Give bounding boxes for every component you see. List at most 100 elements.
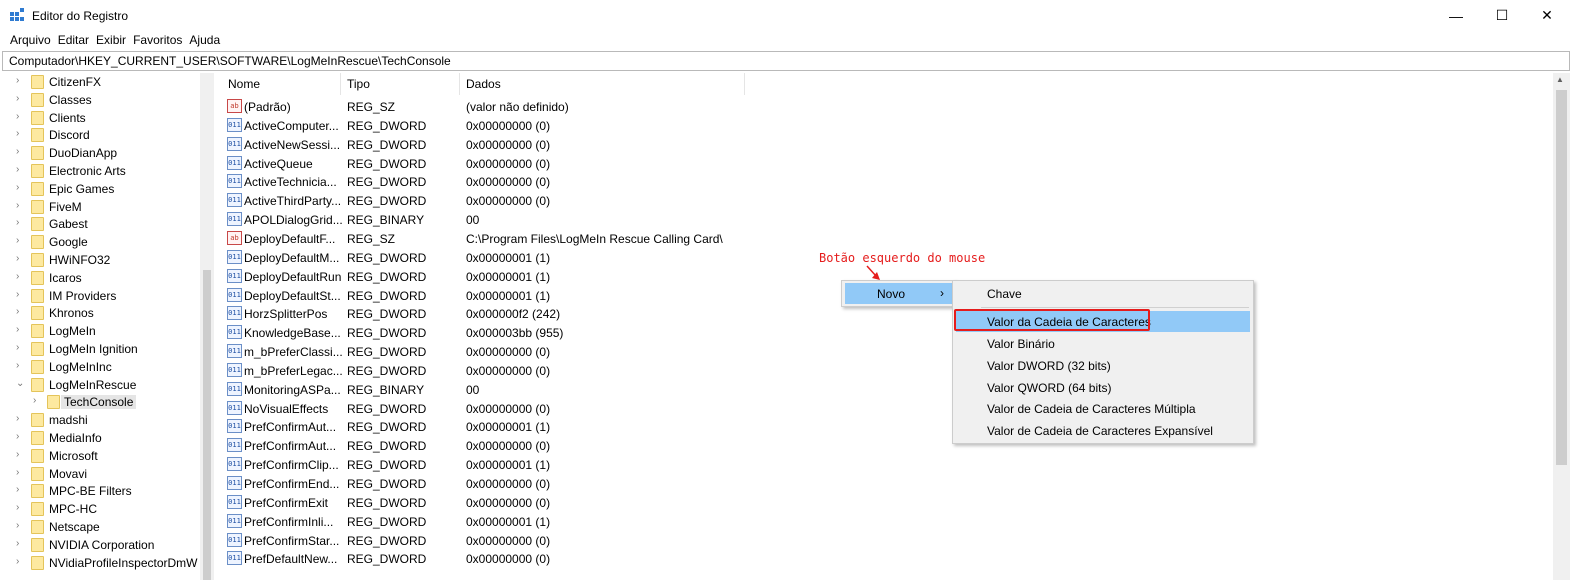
- chevron-right-icon[interactable]: ›: [16, 556, 26, 570]
- tree-item[interactable]: ⌄ LogMeInRescue: [0, 376, 200, 394]
- chevron-right-icon[interactable]: ›: [16, 75, 26, 89]
- value-row[interactable]: 011 NoVisualEffects REG_DWORD 0x00000000 (0…: [222, 399, 822, 418]
- chevron-right-icon[interactable]: ›: [16, 538, 26, 552]
- value-row[interactable]: ab DeployDefaultF... REG_SZ C:\Program File…: [222, 229, 822, 248]
- chevron-right-icon[interactable]: ›: [16, 360, 26, 374]
- tree-item[interactable]: › HWiNFO32: [0, 251, 200, 269]
- column-header-type[interactable]: Tipo: [347, 77, 370, 91]
- chevron-right-icon[interactable]: ›: [16, 235, 26, 249]
- submenu-valor-binario[interactable]: Valor Binário: [956, 333, 1250, 354]
- chevron-right-icon[interactable]: ›: [16, 289, 26, 303]
- tree-item[interactable]: › MPC-HC: [0, 500, 200, 518]
- value-row[interactable]: 011 PrefConfirmAut... REG_DWORD 0x00000001 …: [222, 417, 822, 436]
- menu-novo[interactable]: Novo ›: [845, 283, 952, 304]
- chevron-right-icon[interactable]: ›: [16, 484, 26, 498]
- tree-item[interactable]: › Electronic Arts: [0, 162, 200, 180]
- value-row[interactable]: 011 PrefDefaultNew... REG_DWORD 0x00000000 …: [222, 549, 822, 568]
- value-row[interactable]: 011 ActiveTechnicia... REG_DWORD 0x00000000…: [222, 172, 822, 191]
- column-divider[interactable]: [744, 73, 745, 95]
- value-row[interactable]: 011 KnowledgeBase... REG_DWORD 0x000003bb (…: [222, 323, 822, 342]
- value-row[interactable]: 011 MonitoringASPa... REG_BINARY 00: [222, 380, 822, 399]
- submenu-valor-multipla[interactable]: Valor de Cadeia de Caracteres Múltipla: [956, 398, 1250, 419]
- minimize-button[interactable]: —: [1433, 0, 1479, 31]
- value-row[interactable]: 011 m_bPreferClassi... REG_DWORD 0x00000000…: [222, 342, 822, 361]
- tree-item[interactable]: › Movavi: [0, 465, 200, 483]
- submenu-valor-dword[interactable]: Valor DWORD (32 bits): [956, 355, 1250, 376]
- value-row[interactable]: 011 PrefConfirmStar... REG_DWORD 0x00000000…: [222, 531, 822, 550]
- chevron-right-icon[interactable]: ›: [16, 431, 26, 445]
- chevron-right-icon[interactable]: ›: [16, 111, 26, 125]
- tree-item[interactable]: › Microsoft: [0, 447, 200, 465]
- chevron-right-icon[interactable]: ›: [16, 217, 26, 231]
- tree-item[interactable]: › DuoDianApp: [0, 144, 200, 162]
- submenu-chave[interactable]: Chave: [956, 283, 1250, 304]
- chevron-right-icon[interactable]: ›: [16, 449, 26, 463]
- chevron-right-icon[interactable]: ›: [16, 200, 26, 214]
- tree-item[interactable]: › LogMeIn: [0, 322, 200, 340]
- tree-item[interactable]: › MediaInfo: [0, 429, 200, 447]
- value-row[interactable]: ab (Padrão) REG_SZ (valor não definido): [222, 97, 822, 116]
- value-row[interactable]: 011 DeployDefaultM... REG_DWORD 0x00000001 …: [222, 248, 822, 267]
- tree-item[interactable]: › Gabest: [0, 215, 200, 233]
- chevron-right-icon[interactable]: ›: [16, 93, 26, 107]
- tree-item[interactable]: › MPC-BE Filters: [0, 482, 200, 500]
- tree-item[interactable]: › LogMeIn Ignition: [0, 340, 200, 358]
- tree-scrollbar-thumb[interactable]: [203, 270, 211, 580]
- value-row[interactable]: 011 PrefConfirmAut... REG_DWORD 0x00000000 …: [222, 436, 822, 455]
- column-divider[interactable]: [459, 73, 460, 95]
- value-row[interactable]: 011 ActiveNewSessi... REG_DWORD 0x00000000 …: [222, 135, 822, 154]
- chevron-right-icon[interactable]: ›: [16, 324, 26, 338]
- chevron-right-icon[interactable]: ›: [16, 306, 26, 320]
- tree-item[interactable]: › Icaros: [0, 269, 200, 287]
- tree-item[interactable]: › Discord: [0, 126, 200, 144]
- chevron-right-icon[interactable]: ›: [16, 520, 26, 534]
- chevron-right-icon[interactable]: ›: [16, 128, 26, 142]
- key-tree[interactable]: › CitizenFX › Classes › Clients › Discord › DuoDi…: [0, 73, 214, 580]
- value-row[interactable]: 011 PrefConfirmEnd... REG_DWORD 0x00000000 …: [222, 474, 822, 493]
- value-row[interactable]: 011 HorzSplitterPos REG_DWORD 0x000000f2 (2…: [222, 304, 822, 323]
- menu-editar[interactable]: Editar: [58, 31, 96, 50]
- menu-favoritos[interactable]: Favoritos: [133, 31, 189, 50]
- tree-item[interactable]: › Classes: [0, 91, 200, 109]
- values-scrollbar-thumb[interactable]: [1556, 90, 1567, 465]
- tree-item[interactable]: › Khronos: [0, 304, 200, 322]
- tree-item[interactable]: › TechConsole: [0, 393, 200, 411]
- tree-item[interactable]: › Epic Games: [0, 180, 200, 198]
- value-row[interactable]: 011 DeployDefaultRun REG_DWORD 0x00000001 (…: [222, 267, 822, 286]
- chevron-right-icon[interactable]: ›: [16, 342, 26, 356]
- close-button[interactable]: ✕: [1524, 0, 1570, 31]
- tree-item[interactable]: › CitizenFX: [0, 73, 200, 91]
- chevron-right-icon[interactable]: ›: [33, 395, 43, 409]
- tree-item[interactable]: › Clients: [0, 109, 200, 127]
- tree-item[interactable]: › madshi: [0, 411, 200, 429]
- menu-arquivo[interactable]: Arquivo: [0, 31, 58, 50]
- value-row[interactable]: 011 ActiveComputer... REG_DWORD 0x00000000 …: [222, 116, 822, 135]
- tree-item[interactable]: › Google: [0, 233, 200, 251]
- chevron-right-icon[interactable]: ›: [16, 253, 26, 267]
- tree-item[interactable]: › NVidiaProfileInspectorDmW: [0, 554, 200, 572]
- value-row[interactable]: 011 DeployDefaultSt... REG_DWORD 0x00000001…: [222, 286, 822, 305]
- chevron-right-icon[interactable]: ›: [16, 271, 26, 285]
- column-header-name[interactable]: Nome: [228, 77, 260, 91]
- value-row[interactable]: 011 ActiveThirdParty... REG_DWORD 0x0000000…: [222, 191, 822, 210]
- chevron-right-icon[interactable]: ›: [16, 146, 26, 160]
- chevron-right-icon[interactable]: ›: [16, 467, 26, 481]
- tree-item[interactable]: › Netscape: [0, 518, 200, 536]
- chevron-right-icon[interactable]: ›: [16, 413, 26, 427]
- value-row[interactable]: 011 PrefConfirmExit REG_DWORD 0x00000000 (0…: [222, 493, 822, 512]
- value-row[interactable]: 011 APOLDialogGrid... REG_BINARY 00: [222, 210, 822, 229]
- address-bar[interactable]: Computador\HKEY_CURRENT_USER\SOFTWARE\Lo…: [2, 51, 1570, 71]
- scroll-up-icon[interactable]: ▲: [1556, 75, 1564, 84]
- value-row[interactable]: 011 PrefConfirmClip... REG_DWORD 0x00000001…: [222, 455, 822, 474]
- chevron-down-icon[interactable]: ⌄: [16, 378, 26, 392]
- value-row[interactable]: 011 m_bPreferLegac... REG_DWORD 0x00000000 …: [222, 361, 822, 380]
- chevron-right-icon[interactable]: ›: [16, 502, 26, 516]
- menu-ajuda[interactable]: Ajuda: [189, 31, 227, 50]
- chevron-right-icon[interactable]: ›: [16, 182, 26, 196]
- tree-item[interactable]: › FiveM: [0, 198, 200, 216]
- value-row[interactable]: 011 PrefConfirmInli... REG_DWORD 0x00000001…: [222, 512, 822, 531]
- tree-item[interactable]: › LogMeInInc: [0, 358, 200, 376]
- submenu-valor-qword[interactable]: Valor QWORD (64 bits): [956, 377, 1250, 398]
- maximize-button[interactable]: ☐: [1479, 0, 1525, 31]
- column-header-data[interactable]: Dados: [466, 77, 501, 91]
